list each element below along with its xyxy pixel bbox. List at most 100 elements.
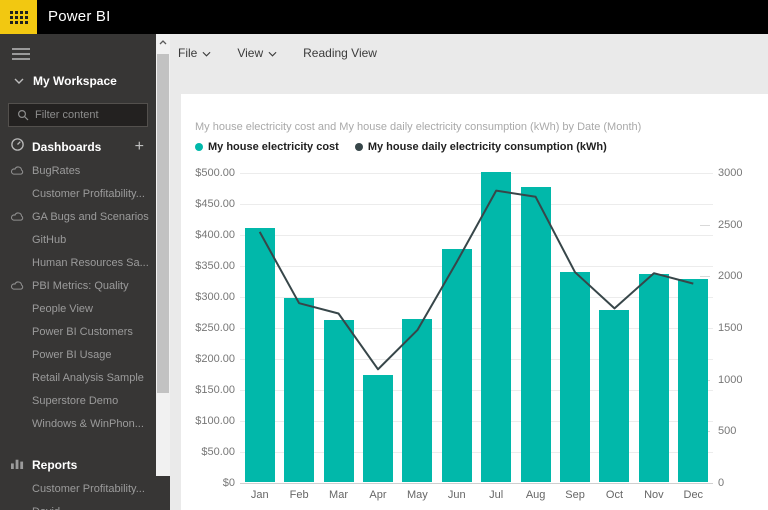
gauge-icon [9, 137, 25, 157]
sidebar-item-human-resources-sa[interactable]: Human Resources Sa... [0, 251, 156, 274]
shared-icon [11, 208, 25, 226]
y-axis-label-left: $250.00 [183, 322, 235, 334]
sidebar-item-label: PBI Metrics: Quality [32, 280, 129, 292]
report-canvas: My house electricity cost and My house d… [181, 94, 768, 510]
legend-dot [195, 143, 203, 151]
sidebar-item-label: BugRates [32, 165, 80, 177]
sidebar-item-ga-bugs-and-scenarios[interactable]: GA Bugs and Scenarios [0, 205, 156, 228]
app-title: Power BI [48, 8, 110, 25]
chevron-down-icon [197, 46, 211, 60]
y-axis-label-right: 1000 [718, 374, 742, 386]
app-launcher-button[interactable] [0, 0, 37, 34]
menu-view[interactable]: View [237, 46, 277, 60]
x-axis-label-dec: Dec [684, 489, 704, 501]
sidebar-item-label: Customer Profitability... [32, 483, 145, 495]
top-app-bar: Power BI [0, 0, 768, 34]
x-axis-label-aug: Aug [526, 489, 546, 501]
y-axis-label-left: $300.00 [183, 291, 235, 303]
shared-icon [11, 162, 25, 180]
report-menubar: File View Reading View [178, 42, 403, 64]
add-dashboards-button[interactable]: + [135, 137, 144, 157]
y-axis-label-left: $0 [183, 477, 235, 489]
chevron-down-icon [14, 78, 24, 84]
x-axis-label-jun: Jun [448, 489, 466, 501]
sidebar-section-reports[interactable]: Reports [0, 453, 156, 477]
y-axis-label-left: $350.00 [183, 260, 235, 272]
scrollbar-thumb[interactable] [157, 54, 169, 393]
menu-item-label: File [178, 46, 197, 60]
sidebar-item-customer-profitability[interactable]: Customer Profitability... [0, 182, 156, 205]
y-axis-label-right: 2500 [718, 219, 742, 231]
sidebar-item-label: David [32, 506, 60, 510]
sidebar-item-label: People View [32, 303, 93, 315]
y-axis-label-left: $500.00 [183, 167, 235, 179]
sidebar-item-label: Windows & WinPhon... [32, 418, 144, 430]
sidebar-item-superstore-demo[interactable]: Superstore Demo [0, 389, 156, 412]
sidebar-item-power-bi-usage[interactable]: Power BI Usage [0, 343, 156, 366]
sidebar-item-power-bi-customers[interactable]: Power BI Customers [0, 320, 156, 343]
hamburger-menu-icon[interactable] [12, 48, 30, 60]
power-bi-app: Power BI My Workspace Dashboards + BugRate… [0, 0, 768, 510]
sidebar: My Workspace Dashboards + BugRates Customer… [0, 34, 170, 510]
x-axis-label-jul: Jul [489, 489, 503, 501]
chart-title: My house electricity cost and My house d… [195, 121, 641, 133]
sidebar-item-label: Customer Profitability... [32, 188, 145, 200]
chart-line [240, 173, 713, 483]
x-axis-label-nov: Nov [644, 489, 664, 501]
menu-reading-view[interactable]: Reading View [303, 46, 377, 60]
section-label: Dashboards [32, 140, 101, 154]
y-axis-label-left: $150.00 [183, 384, 235, 396]
sidebar-item-david[interactable]: David [0, 500, 156, 510]
legend-item-consumption: My house daily electricity consumption (… [355, 141, 607, 153]
sidebar-item-people-view[interactable]: People View [0, 297, 156, 320]
filter-content-box [8, 103, 148, 127]
section-label: Reports [32, 458, 77, 472]
scrollbar-up-arrow[interactable] [156, 34, 170, 50]
sidebar-item-retail-analysis-sample[interactable]: Retail Analysis Sample [0, 366, 156, 389]
sidebar-item-label: Superstore Demo [32, 395, 118, 407]
sidebar-item-github[interactable]: GitHub [0, 228, 156, 251]
bar-chart-icon [9, 456, 25, 474]
legend-dot [355, 143, 363, 151]
main-content: File View Reading View My house electricit… [170, 34, 768, 510]
x-axis-label-oct: Oct [606, 489, 623, 501]
sidebar-section-dashboards[interactable]: Dashboards + [0, 135, 156, 159]
sidebar-item-bugrates[interactable]: BugRates [0, 159, 156, 182]
x-axis-label-apr: Apr [369, 489, 386, 501]
workspace-selector[interactable]: My Workspace [0, 68, 156, 94]
sidebar-item-label: Retail Analysis Sample [32, 372, 144, 384]
chevron-down-icon [263, 46, 277, 60]
filter-content-input[interactable] [35, 109, 147, 121]
search-icon [17, 109, 29, 121]
y-axis-label-left: $50.00 [183, 446, 235, 458]
x-axis-label-mar: Mar [329, 489, 348, 501]
y-axis-label-left: $400.00 [183, 229, 235, 241]
x-axis-label-sep: Sep [565, 489, 585, 501]
y-axis-label-left: $450.00 [183, 198, 235, 210]
y-axis-label-right: 0 [718, 477, 724, 489]
chart-legend: My house electricity cost My house daily … [195, 141, 623, 153]
y-axis-label-right: 1500 [718, 322, 742, 334]
legend-label: My house electricity cost [208, 141, 339, 153]
sidebar-item-label: Human Resources Sa... [32, 257, 149, 269]
workspace-label: My Workspace [33, 74, 117, 88]
sidebar-item-label: GA Bugs and Scenarios [32, 211, 149, 223]
sidebar-item-customer-profitability[interactable]: Customer Profitability... [0, 477, 156, 500]
sidebar-item-label: Power BI Usage [32, 349, 111, 361]
y-axis-label-left: $200.00 [183, 353, 235, 365]
sidebar-item-windows-winphon[interactable]: Windows & WinPhon... [0, 412, 156, 435]
shared-icon [11, 277, 25, 295]
legend-item-cost: My house electricity cost [195, 141, 339, 153]
sidebar-item-label: Power BI Customers [32, 326, 133, 338]
nav-section-gap [0, 435, 156, 453]
x-axis-label-jan: Jan [251, 489, 269, 501]
y-axis-label-right: 500 [718, 425, 736, 437]
sidebar-scrollbar[interactable] [156, 34, 170, 476]
sidebar-item-pbi-metrics-quality[interactable]: PBI Metrics: Quality [0, 274, 156, 297]
sidebar-nav: Dashboards + BugRates Customer Profitabilit… [0, 135, 156, 510]
menu-file[interactable]: File [178, 46, 211, 60]
menu-item-label: View [237, 46, 263, 60]
y-axis-label-right: 2000 [718, 270, 742, 282]
chart-plot-area [240, 173, 713, 483]
y-axis-label-left: $100.00 [183, 415, 235, 427]
